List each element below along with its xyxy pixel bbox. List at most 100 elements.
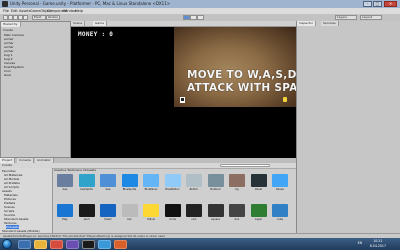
start-button-icon[interactable] (2, 239, 12, 249)
asset-thumbnail-icon (78, 174, 95, 187)
taskbar-clock[interactable]: 10:21 8.04.2017 (370, 239, 386, 248)
asset-thumbnail-icon (229, 204, 245, 217)
asset-thumbnail-icon (186, 174, 202, 187)
asset-thumbnail-icon (186, 204, 202, 217)
asset-label: Layer (254, 218, 263, 221)
game-background (174, 27, 296, 107)
visual-studio-taskbar-icon[interactable] (66, 239, 79, 249)
asset-thumbnail-icon (143, 174, 159, 187)
asset-tile[interactable]: Button (183, 173, 205, 195)
hierarchy-create-button[interactable]: Create (3, 28, 13, 32)
hierarchy-panel: Hierarchy Create Main Camera archer arch… (0, 21, 71, 158)
asset-tile[interactable]: square (205, 203, 227, 225)
asset-tile[interactable]: bee (97, 173, 119, 195)
pivot-toggle[interactable]: Pivot (32, 15, 46, 20)
layers-dropdown[interactable]: Layers (335, 15, 357, 20)
asset-tile[interactable]: Heart (97, 203, 119, 225)
asset-thumbnail-icon (229, 174, 245, 187)
asset-tile[interactable]: rect (183, 203, 205, 225)
coin-sprite (283, 97, 287, 102)
tab-scene[interactable]: Scene (71, 21, 86, 26)
asset-tile[interactable]: Yellow (140, 203, 162, 225)
asset-thumbnail-icon (207, 204, 224, 217)
language-indicator[interactable]: EN (358, 241, 362, 245)
asset-thumbnail-icon (272, 174, 288, 187)
asset-label: square (211, 218, 220, 221)
asset-thumbnail-icon (164, 174, 181, 187)
layout-dropdown[interactable]: Layout (360, 15, 382, 20)
media-taskbar-icon[interactable] (114, 239, 127, 249)
rect-tool-button[interactable] (23, 15, 28, 20)
project-folder-tree: Favorites All Materials All Models All P… (0, 168, 53, 233)
asset-label: rect (191, 218, 197, 221)
chrome-taskbar-icon[interactable] (50, 239, 63, 249)
unity-taskbar-icon[interactable] (82, 239, 95, 249)
asset-thumbnail-icon (250, 174, 267, 187)
asset-tile[interactable]: bg (226, 173, 248, 195)
asset-label: cube (276, 218, 284, 221)
maximize-button[interactable]: □ (373, 1, 382, 7)
money-counter: MONEY : 0 (78, 31, 114, 38)
asset-label: circle (169, 218, 176, 221)
asset-label: Pause (276, 188, 284, 191)
global-toggle[interactable]: Global (46, 15, 60, 20)
asset-tile[interactable]: box (226, 203, 248, 225)
asset-label: Button (189, 188, 199, 191)
hierarchy-item[interactable]: Goal (4, 73, 11, 77)
asset-label: beeSprite (80, 188, 93, 191)
tab-inspector[interactable]: Inspector (297, 21, 316, 26)
close-button[interactable]: ✕ (384, 1, 397, 7)
asset-tile[interactable]: BlueButton (162, 173, 184, 195)
asset-label: bg (235, 188, 239, 191)
step-button[interactable] (197, 15, 204, 20)
asset-tile[interactable]: beeSprite (76, 173, 98, 195)
folder-taskbar-icon[interactable] (34, 239, 47, 249)
asset-tile[interactable]: bar (119, 203, 141, 225)
asset-thumbnail-icon (250, 204, 267, 217)
project-search-input[interactable] (220, 164, 270, 167)
asset-tile[interactable]: Pause (269, 173, 291, 195)
asset-tile[interactable]: Button2 (205, 173, 227, 195)
asset-thumbnail-icon (57, 204, 73, 217)
asset-label: box (234, 218, 240, 221)
asset-tile[interactable]: BluePanel (140, 173, 162, 195)
asset-thumbnail-icon (100, 174, 116, 187)
inspector-panel: Inspector Services (296, 21, 400, 233)
minimize-button[interactable]: – (363, 1, 372, 7)
window-title: Unity Personal - Game.unity - Platformer… (10, 1, 171, 6)
instruction-attack: ATTACK WITH SPACE (187, 83, 296, 94)
clock-date: 8.04.2017 (369, 243, 386, 248)
tab-game[interactable]: Game (93, 21, 107, 26)
photoshop-taskbar-icon[interactable] (98, 239, 111, 249)
asset-tile[interactable]: Play (54, 203, 76, 225)
asset-label: Heart (104, 218, 112, 221)
pause-button[interactable] (190, 15, 197, 20)
asset-label: Play (62, 218, 68, 221)
game-ground (174, 107, 296, 158)
asset-thumbnail-icon (100, 204, 116, 217)
asset-thumbnail-icon (143, 204, 159, 217)
explorer-taskbar-icon[interactable] (18, 239, 31, 249)
asset-label: Button2 (210, 188, 221, 191)
asset-label: bee (105, 188, 111, 191)
asset-tile[interactable]: Panel (248, 173, 270, 195)
asset-tile[interactable]: circle (162, 203, 184, 225)
asset-thumbnail-icon (121, 174, 138, 187)
asset-tile[interactable]: BlueSprite (119, 173, 141, 195)
asset-tile[interactable]: cube (269, 203, 291, 225)
asset-label: skull (83, 218, 90, 221)
asset-label: BluePanel (144, 188, 158, 191)
asset-tile[interactable]: bee (54, 173, 76, 195)
tab-services[interactable]: Services (321, 21, 339, 26)
asset-tile[interactable]: skull (76, 203, 98, 225)
instruction-move: MOVE TO W,A,S,D (187, 69, 297, 81)
asset-tile[interactable]: Layer (248, 203, 270, 225)
tab-hierarchy[interactable]: Hierarchy (1, 22, 21, 27)
asset-thumbnail-icon (57, 174, 73, 187)
play-button[interactable] (183, 15, 190, 20)
asset-label: bar (127, 218, 132, 221)
asset-label: BlueSprite (122, 188, 137, 191)
unity-logo-icon (2, 1, 8, 7)
asset-thumbnail-icon (78, 204, 95, 217)
asset-label: bee (62, 188, 68, 191)
